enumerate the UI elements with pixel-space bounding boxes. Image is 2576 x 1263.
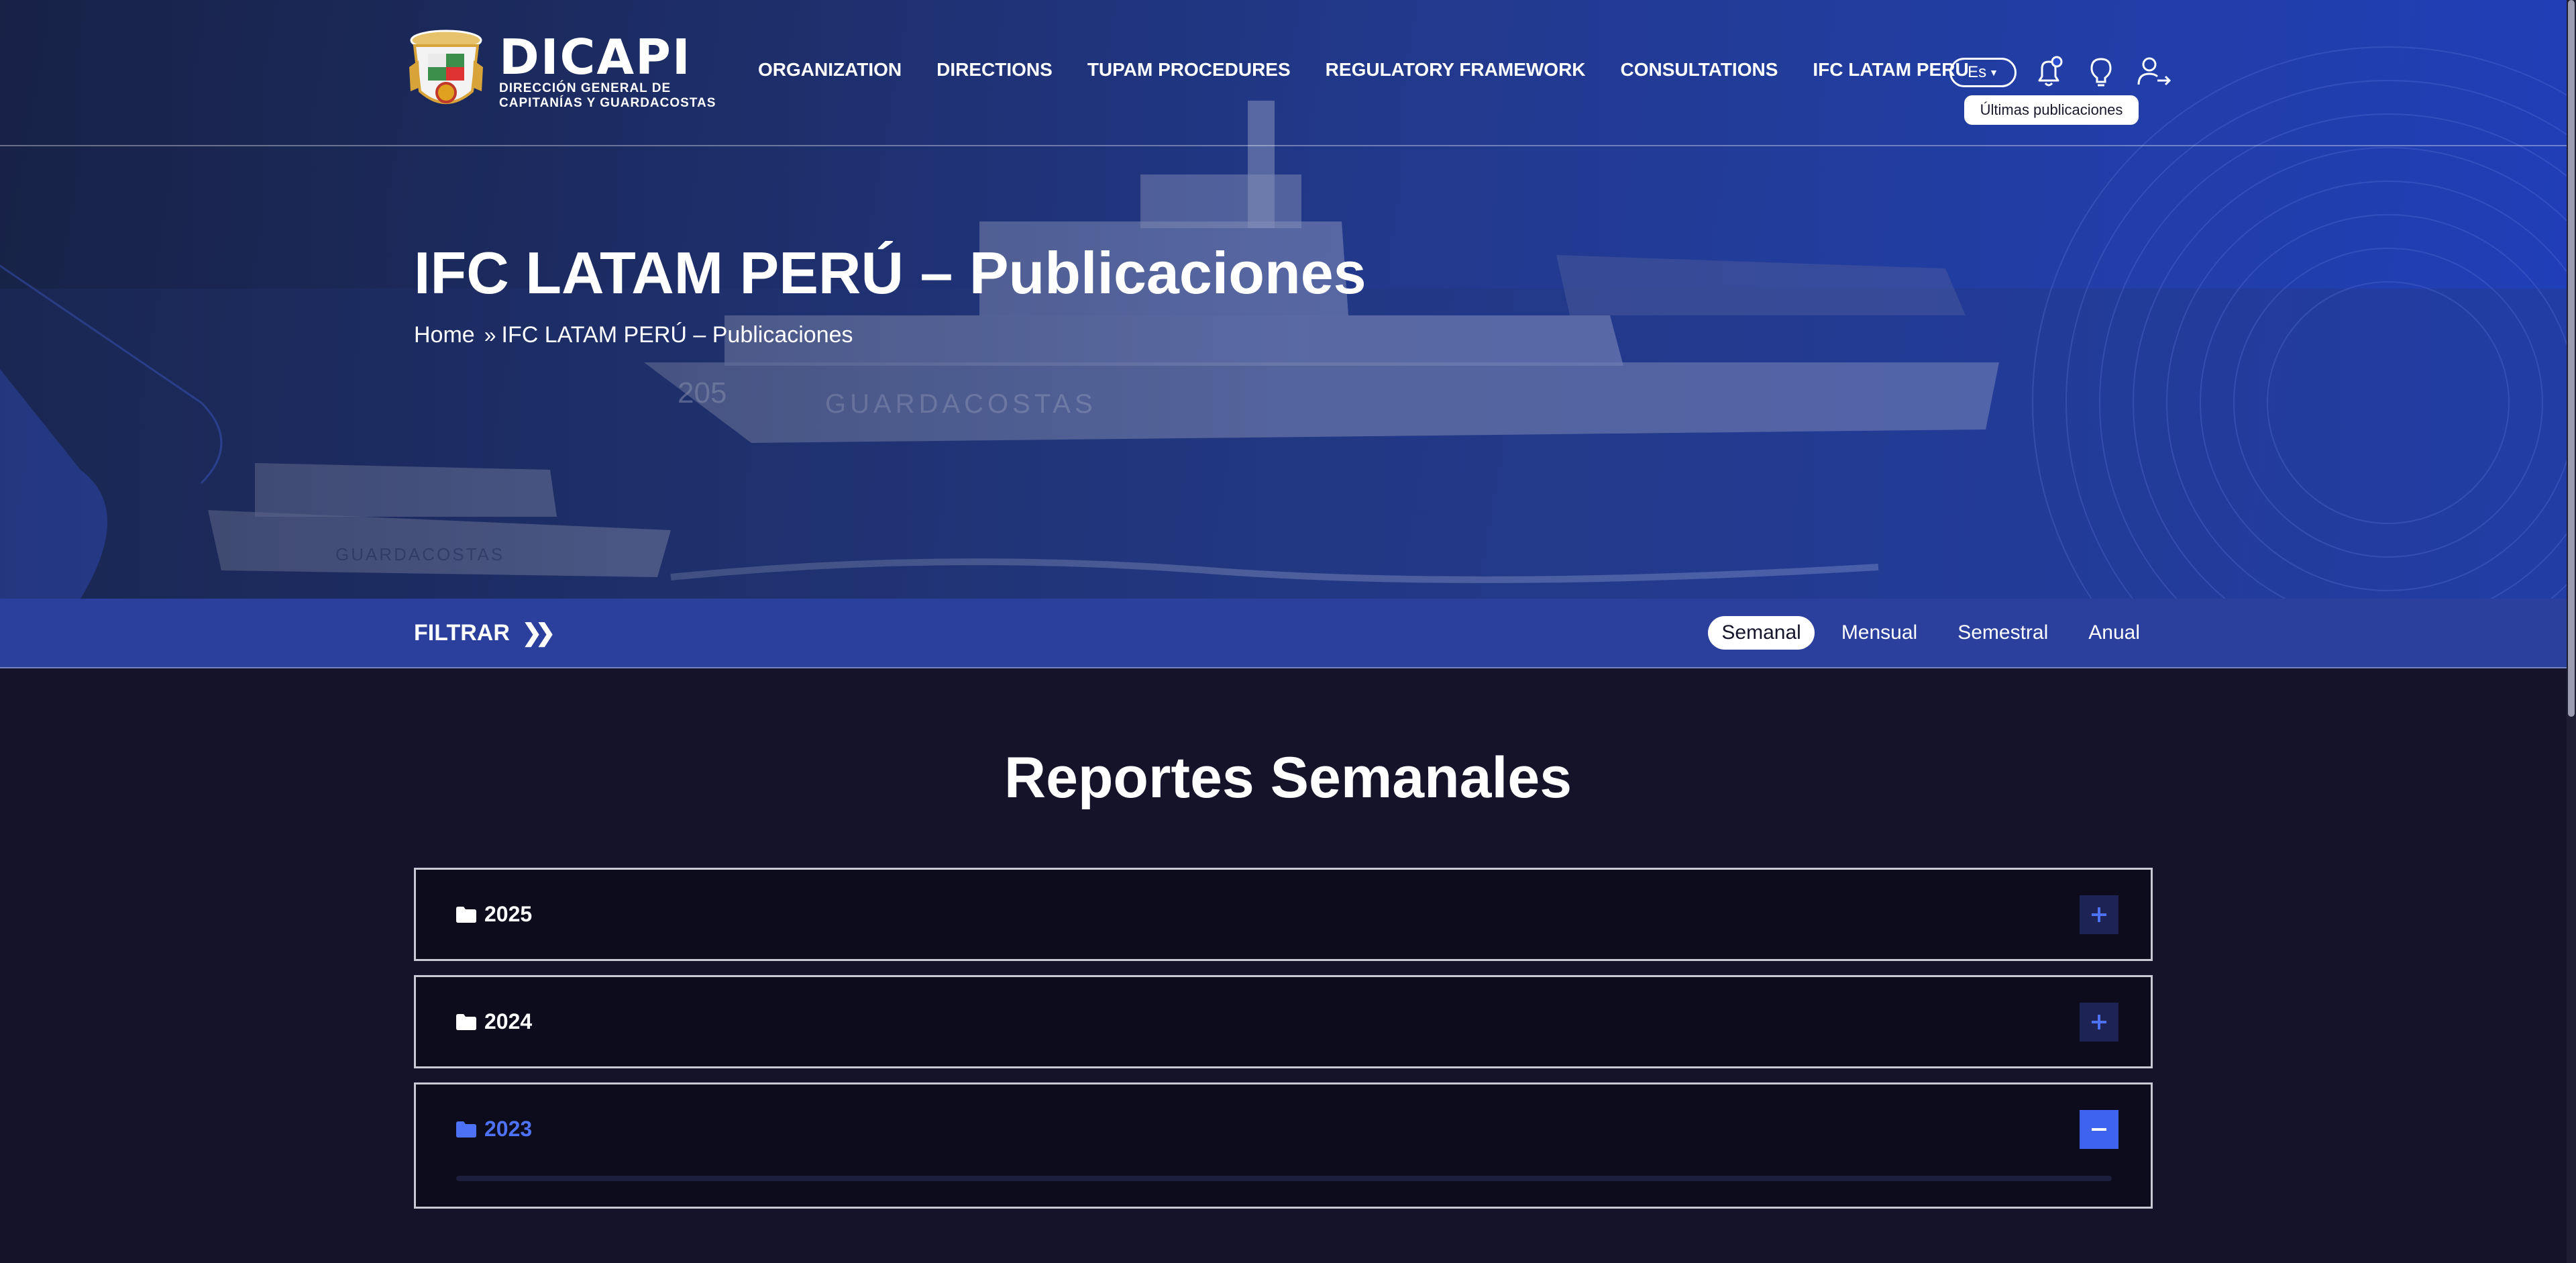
breadcrumb-current: IFC LATAM PERÚ – Publicaciones <box>501 322 853 348</box>
folder-icon <box>456 1121 476 1138</box>
accordion-header[interactable]: 2023 <box>456 1117 532 1142</box>
main-nav: ORGANIZATION DIRECTIONS TUPAM PROCEDURES… <box>758 59 1969 81</box>
breadcrumb: Home » IFC LATAM PERÚ – Publicaciones <box>414 322 853 348</box>
caret-down-icon: ▼ <box>1989 67 1998 78</box>
accordion-header[interactable]: 2024 <box>456 1009 532 1034</box>
tab-mensual[interactable]: Mensual <box>1828 616 1931 650</box>
accordion-year-label: 2024 <box>484 1009 533 1033</box>
filter-label: FILTRAR <box>414 619 510 646</box>
filter-bar: FILTRAR ❯❯ Semanal Mensual Semestral Anu… <box>0 599 2576 668</box>
tab-semestral[interactable]: Semestral <box>1944 616 2061 650</box>
language-label: Es <box>1968 63 1987 81</box>
double-chevron-right-icon: ❯❯ <box>521 619 555 646</box>
expand-button[interactable] <box>2080 895 2118 934</box>
plus-icon <box>2092 1015 2106 1029</box>
breadcrumb-home[interactable]: Home <box>414 322 475 348</box>
accordion-year-label: 2025 <box>484 902 533 926</box>
coat-of-arms-icon <box>409 30 483 104</box>
logo-name: DICAPI <box>499 29 692 85</box>
accordion-header[interactable]: 2025 <box>456 902 532 927</box>
accordion-year-2024: 2024 <box>414 975 2153 1068</box>
tab-semanal[interactable]: Semanal <box>1708 616 1815 650</box>
nav-ifc-latam-peru[interactable]: IFC LATAM PERU <box>1813 59 1968 81</box>
language-selector[interactable]: Es ▼ <box>1949 58 2017 87</box>
nav-consultations[interactable]: CONSULTATIONS <box>1621 59 1778 81</box>
accordion-year-2025: 2025 <box>414 868 2153 961</box>
double-chevron-right-icon: » <box>484 323 496 347</box>
dicapi-logo[interactable]: DICAPI Dirección General de Capitanías y… <box>405 27 716 117</box>
accordion-year-label: 2023 <box>484 1117 533 1141</box>
nav-tupam-procedures[interactable]: TUPAM PROCEDURES <box>1087 59 1291 81</box>
bell-icon[interactable] <box>2033 55 2065 89</box>
filter-toggle[interactable]: FILTRAR ❯❯ <box>414 619 555 647</box>
minus-icon <box>2092 1128 2106 1131</box>
nav-directions[interactable]: DIRECTIONS <box>936 59 1053 81</box>
accordion-year-2023: 2023 <box>414 1082 2153 1209</box>
plus-icon <box>2092 907 2106 922</box>
expand-button[interactable] <box>2080 1003 2118 1042</box>
nav-organization[interactable]: ORGANIZATION <box>758 59 902 81</box>
user-logout-icon[interactable] <box>2136 55 2172 89</box>
notifications-tooltip: Últimas publicaciones <box>1964 95 2139 125</box>
header-divider <box>0 145 2576 146</box>
page-title: IFC LATAM PERÚ – Publicaciones <box>414 240 1366 306</box>
folder-icon <box>456 906 476 923</box>
section-title: Reportes Semanales <box>1004 746 1572 810</box>
logo-subtitle-line-2: Capitanías y Guardacostas <box>499 96 716 110</box>
period-tabs: Semanal Mensual Semestral Anual <box>1708 616 2153 650</box>
collapse-button[interactable] <box>2080 1110 2118 1149</box>
accordion-content-divider <box>456 1176 2112 1181</box>
tab-anual[interactable]: Anual <box>2075 616 2153 650</box>
nav-regulatory-framework[interactable]: REGULATORY FRAMEWORK <box>1326 59 1586 81</box>
folder-icon <box>456 1013 476 1030</box>
lightbulb-icon[interactable] <box>2085 55 2117 89</box>
page-scrollbar[interactable] <box>2567 0 2576 1263</box>
scrollbar-thumb[interactable] <box>2568 0 2575 717</box>
